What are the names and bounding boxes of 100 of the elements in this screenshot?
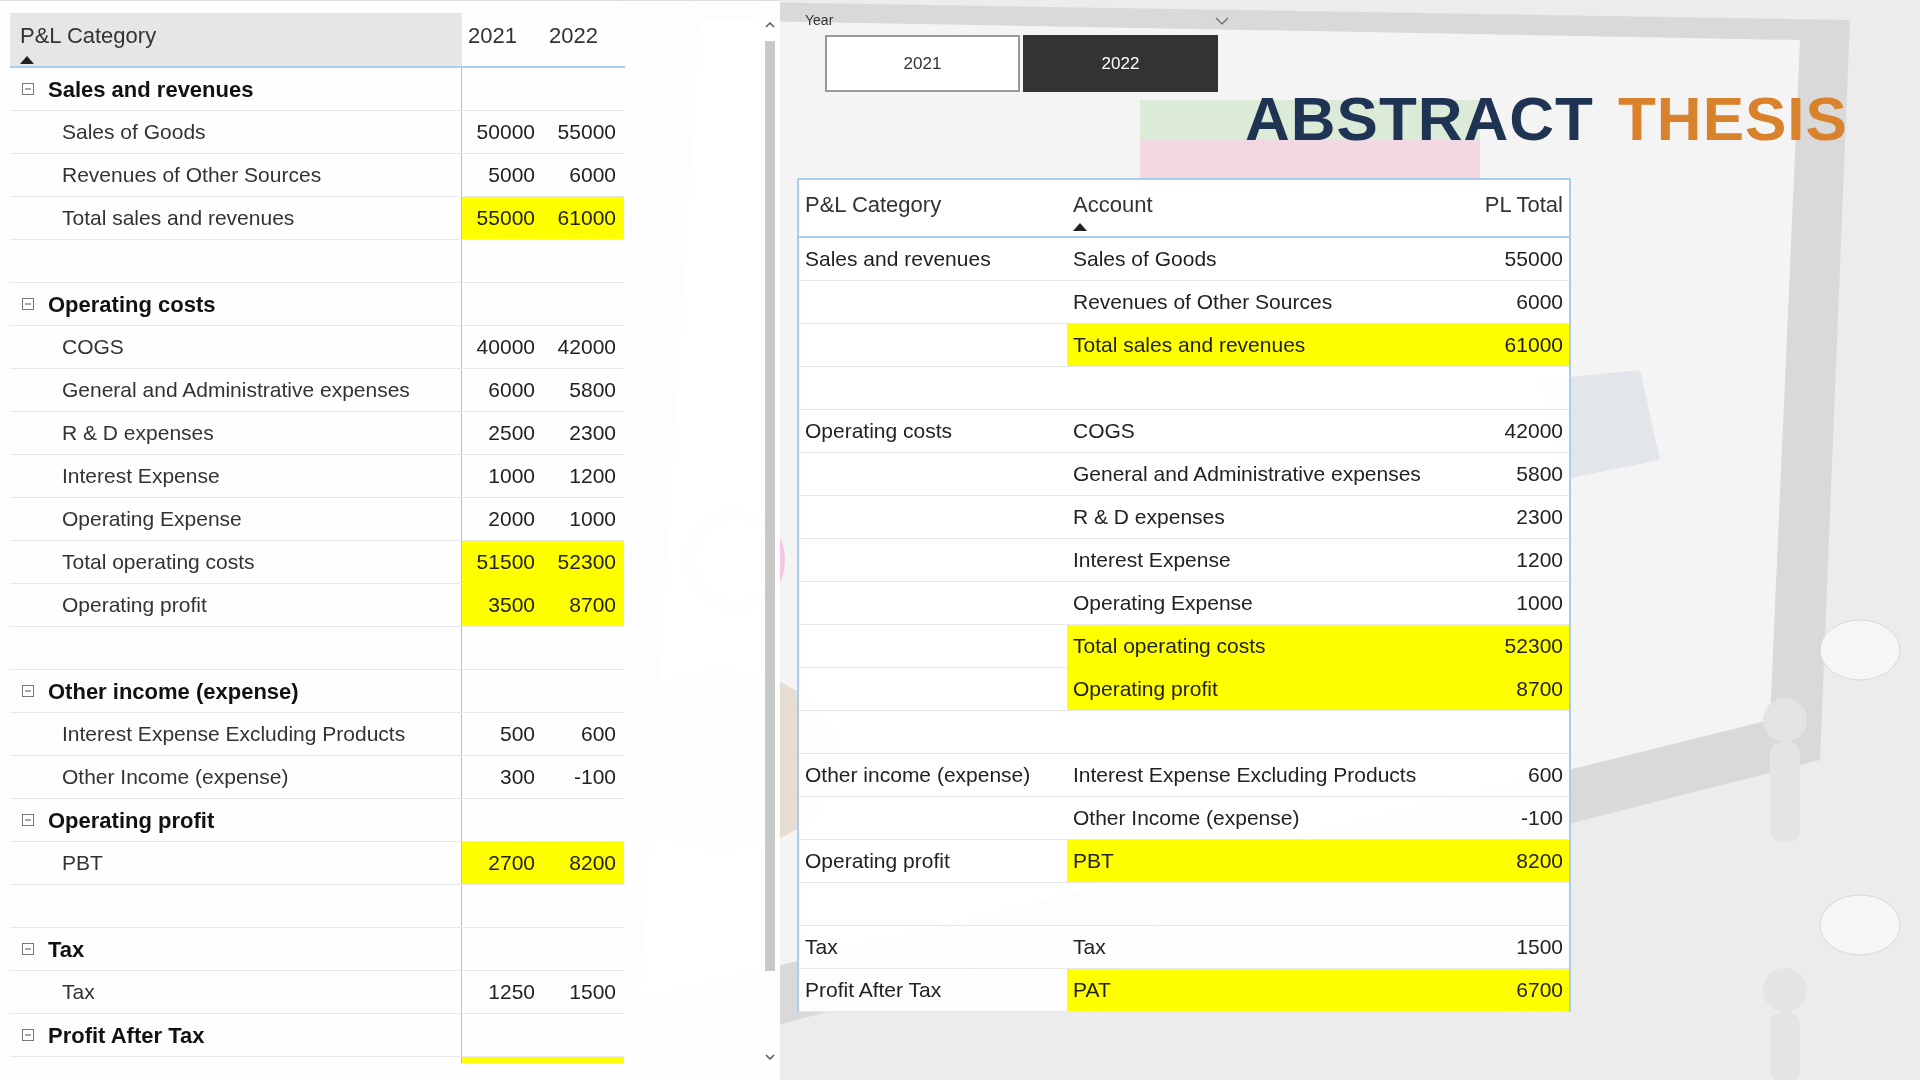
table-cell-text: 1200 <box>568 463 617 490</box>
sort-ascending-icon <box>1073 223 1087 231</box>
table-cell-text: -100 <box>572 764 617 791</box>
account-cell-text: Sales of Goods <box>1072 246 1218 273</box>
scrollbar-thumb[interactable] <box>765 41 775 971</box>
slicer-title: Year <box>805 11 834 30</box>
table-cell-text: 600 <box>579 721 617 748</box>
scroll-down-icon[interactable] <box>765 1053 775 1061</box>
row-label: Interest Expense Excluding Products <box>62 721 406 748</box>
group-label: Other income (expense) <box>48 677 299 706</box>
table-cell-text: 1500 <box>568 979 617 1006</box>
account-cell-text: R & D expenses <box>1072 504 1226 531</box>
collapse-icon[interactable] <box>22 814 34 826</box>
row-label: Other Income (expense) <box>62 764 289 791</box>
account-cell-text: Interest Expense <box>1072 547 1232 574</box>
row-label: General and Administrative expenses <box>62 377 410 404</box>
column-header[interactable]: 2022 <box>549 23 598 48</box>
table-cell-text: 55000 <box>556 119 617 146</box>
total-cell: 6700 <box>1457 969 1569 1011</box>
row-label: Operating Expense <box>62 506 242 533</box>
account-cell: Total operating costs <box>1067 625 1457 667</box>
account-cell-text: Revenues of Other Sources <box>1072 289 1334 316</box>
total-cell-text: 5800 <box>1515 461 1564 488</box>
row-label: Total operating costs <box>62 549 255 576</box>
collapse-icon[interactable] <box>22 943 34 955</box>
table-cell: 61000 <box>543 197 624 239</box>
column-header[interactable]: Account <box>1073 188 1153 221</box>
total-cell: 52300 <box>1457 625 1569 667</box>
row-label: PBT <box>62 850 103 877</box>
table-cell-text: 40000 <box>475 334 536 361</box>
account-cell: Total sales and revenues <box>1067 324 1457 366</box>
table-cell: 2700 <box>462 842 543 884</box>
table-cell: 8700 <box>543 584 624 626</box>
year-button[interactable]: 2022 <box>1023 35 1218 92</box>
table-cell-text: 2000 <box>487 506 536 533</box>
row-label: Sales of Goods <box>62 119 206 146</box>
total-cell: 61000 <box>1457 324 1569 366</box>
total-cell-text: 600 <box>1526 762 1564 789</box>
table-cell-text: 1000 <box>487 463 536 490</box>
total-cell: 8700 <box>1457 668 1569 710</box>
table-cell: 52300 <box>543 541 624 583</box>
total-cell-text: 1200 <box>1515 547 1564 574</box>
category-cell-text: Other income (expense) <box>805 762 1031 789</box>
collapse-icon[interactable] <box>22 298 34 310</box>
category-cell-text: Tax <box>805 934 838 961</box>
row-label: Interest Expense <box>62 463 220 490</box>
table-cell-text: 1250 <box>487 979 536 1006</box>
table-cell: 8200 <box>543 842 624 884</box>
group-label: Sales and revenues <box>48 75 254 104</box>
account-cell: Operating profit <box>1067 668 1457 710</box>
category-cell-text: Profit After Tax <box>805 977 942 1004</box>
category-cell-text: Operating profit <box>805 848 950 875</box>
row-label: Total sales and revenues <box>62 205 295 232</box>
group-label: Operating profit <box>48 806 215 835</box>
account-cell-text: Tax <box>1072 934 1107 961</box>
total-cell: 8200 <box>1457 840 1569 882</box>
total-cell-text: -100 <box>1519 805 1564 832</box>
total-cell-text: 42000 <box>1503 418 1564 445</box>
table-cell-text: 6000 <box>568 162 617 189</box>
table-cell: 3500 <box>462 584 543 626</box>
row-label: COGS <box>62 334 124 361</box>
column-header[interactable]: P&L Category <box>10 13 462 66</box>
account-cell-text: Other Income (expense) <box>1072 805 1301 832</box>
table-cell-text: 50000 <box>475 119 536 146</box>
table-cell-text: 2500 <box>487 420 536 447</box>
account-cell: PBT <box>1067 840 1457 882</box>
table-cell-text: 5000 <box>487 162 536 189</box>
group-label: Operating costs <box>48 290 216 319</box>
table-cell-text: 6000 <box>487 377 536 404</box>
account-cell-text: COGS <box>1072 418 1136 445</box>
column-header[interactable]: P&L Category <box>805 192 942 217</box>
chevron-down-icon[interactable] <box>1215 16 1229 25</box>
collapse-icon[interactable] <box>22 1029 34 1041</box>
total-cell-text: 6000 <box>1515 289 1564 316</box>
group-label: Profit After Tax <box>48 1021 205 1050</box>
scroll-up-icon[interactable] <box>765 21 775 29</box>
total-cell-text: 1500 <box>1515 934 1564 961</box>
account-cell: PAT <box>1067 969 1457 1011</box>
column-header[interactable]: 2021 <box>468 23 517 48</box>
logo-text: THESIS <box>1618 88 1848 150</box>
sort-ascending-icon <box>20 56 34 64</box>
total-cell-text: 1000 <box>1515 590 1564 617</box>
column-header[interactable]: PL Total <box>1484 188 1563 236</box>
table-cell-text: 42000 <box>556 334 617 361</box>
account-cell-text: General and Administrative expenses <box>1072 461 1422 488</box>
table-cell: 51500 <box>462 541 543 583</box>
collapse-icon[interactable] <box>22 83 34 95</box>
account-cell-text: Interest Expense Excluding Products <box>1072 762 1418 789</box>
row-label: R & D expenses <box>62 420 214 447</box>
table-cell-text: 5800 <box>568 377 617 404</box>
row-label: Tax <box>62 979 95 1006</box>
logo-text: ABSTRACT <box>1245 88 1594 150</box>
table-cell-text: 500 <box>498 721 536 748</box>
year-button[interactable]: 2021 <box>825 35 1020 92</box>
category-cell-text: Operating costs <box>805 418 953 445</box>
table-cell-text: 300 <box>498 764 536 791</box>
category-cell-text: Sales and revenues <box>805 246 991 273</box>
row-label: Revenues of Other Sources <box>62 162 322 189</box>
collapse-icon[interactable] <box>22 685 34 697</box>
table-cell-text: 2300 <box>568 420 617 447</box>
